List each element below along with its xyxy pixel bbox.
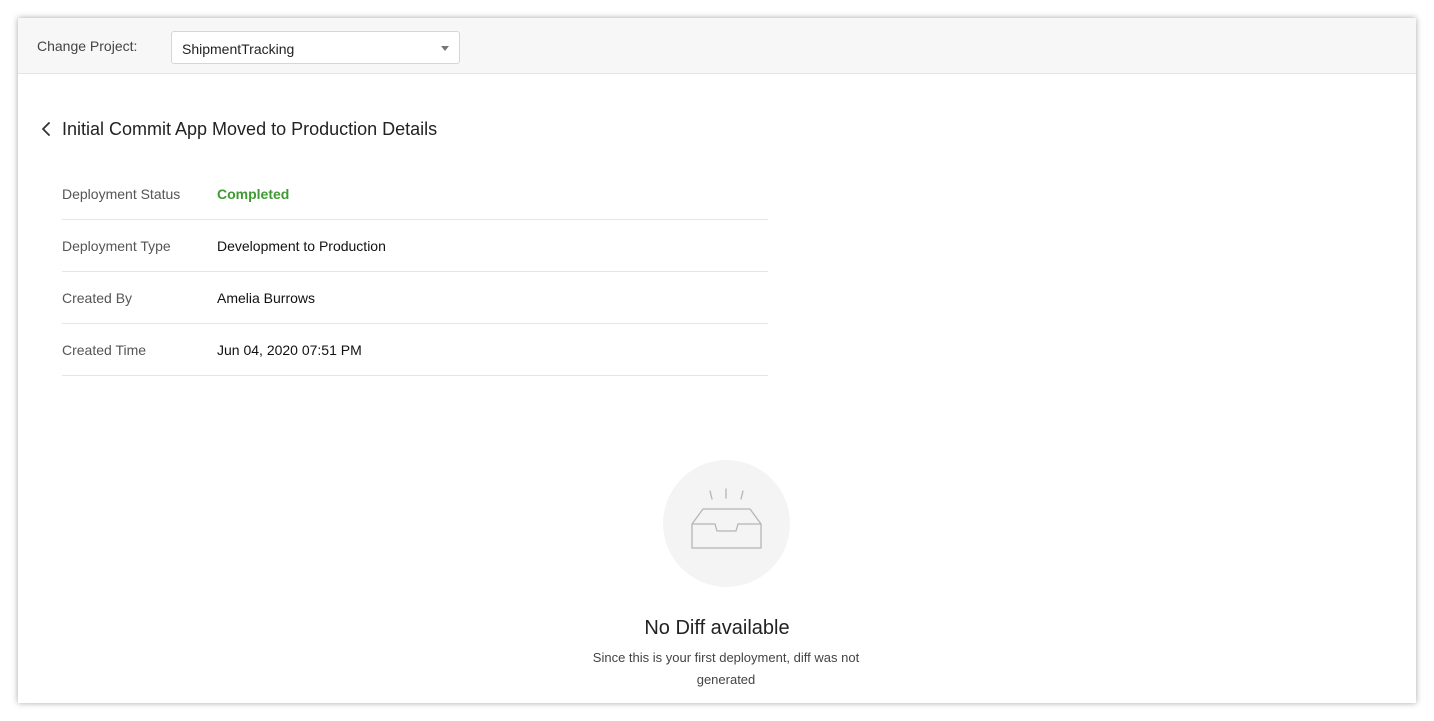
back-button[interactable] — [40, 121, 54, 137]
change-project-label: Change Project: — [37, 38, 138, 54]
project-select-value: ShipmentTracking — [182, 41, 295, 57]
app-window: Change Project: ShipmentTracking Initial… — [18, 18, 1416, 703]
empty-state-illustration — [663, 460, 790, 587]
detail-row-deployment-status: Deployment Status Completed — [62, 168, 768, 220]
detail-label: Created By — [62, 290, 133, 306]
chevron-down-icon — [441, 46, 449, 51]
page-title: Initial Commit App Moved to Production D… — [62, 119, 438, 139]
deployment-details: Deployment Status Completed Deployment T… — [62, 168, 768, 376]
detail-value: Jun 04, 2020 07:51 PM — [217, 342, 362, 358]
top-bar: Change Project: ShipmentTracking — [18, 18, 1416, 74]
detail-row-created-by: Created By Amelia Burrows — [62, 272, 768, 324]
status-value: Completed — [217, 186, 290, 202]
detail-value: Amelia Burrows — [217, 290, 316, 306]
empty-state-description: Since this is your first deployment, dif… — [592, 650, 860, 687]
detail-label: Deployment Status — [62, 186, 181, 202]
project-select[interactable]: ShipmentTracking — [171, 31, 460, 64]
chevron-left-icon — [42, 122, 50, 136]
detail-value: Development to Production — [217, 238, 386, 254]
detail-label: Deployment Type — [62, 238, 171, 254]
detail-row-deployment-type: Deployment Type Development to Productio… — [62, 220, 768, 272]
detail-row-created-time: Created Time Jun 04, 2020 07:51 PM — [62, 324, 768, 376]
empty-state-title: No Diff available — [644, 617, 790, 639]
detail-label: Created Time — [62, 342, 147, 358]
empty-tray-icon — [691, 488, 762, 549]
